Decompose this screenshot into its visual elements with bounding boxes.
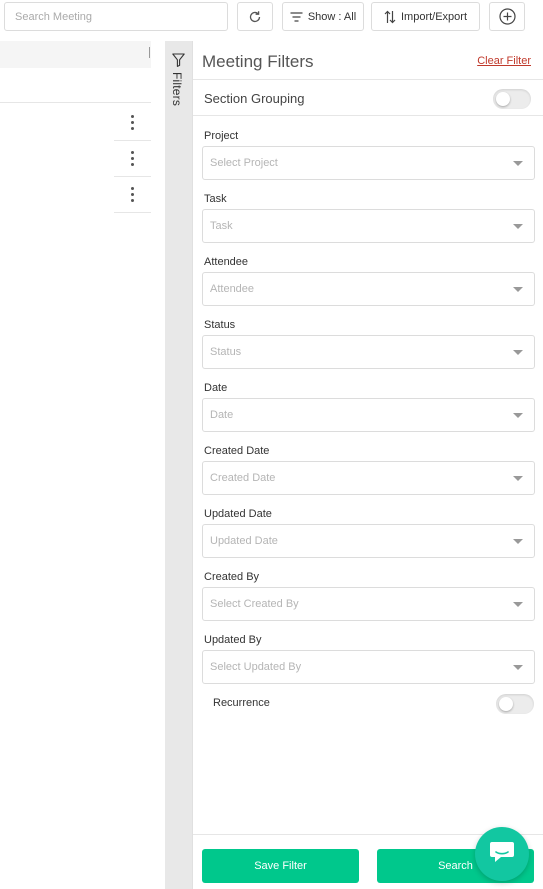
more-options-icon[interactable] bbox=[131, 151, 134, 166]
import-export-label: Import/Export bbox=[400, 10, 468, 23]
attendee-select[interactable]: Attendee bbox=[202, 272, 535, 306]
show-all-label: Show : All bbox=[307, 10, 357, 23]
caret-down-icon bbox=[513, 224, 523, 229]
created-date-label: Created Date bbox=[204, 445, 270, 457]
filters-tab[interactable]: Filters bbox=[165, 41, 192, 889]
save-filter-button[interactable]: Save Filter bbox=[202, 849, 359, 883]
clear-filter-link[interactable]: Clear Filter bbox=[477, 55, 531, 67]
attendee-label: Attendee bbox=[204, 256, 249, 268]
updated-date-placeholder: Updated Date bbox=[210, 535, 278, 547]
refresh-icon bbox=[248, 10, 262, 24]
project-placeholder: Select Project bbox=[210, 157, 278, 169]
updated-by-select[interactable]: Select Updated By bbox=[202, 650, 535, 684]
created-by-select[interactable]: Select Created By bbox=[202, 587, 535, 621]
chat-bubble-icon bbox=[488, 839, 516, 870]
date-select[interactable]: Date bbox=[202, 398, 535, 432]
list-row bbox=[114, 141, 151, 177]
date-placeholder: Date bbox=[210, 409, 234, 421]
updated-date-label: Updated Date bbox=[204, 508, 272, 520]
more-options-icon[interactable] bbox=[131, 187, 134, 202]
meeting-filters-panel: Meeting Filters Clear Filter Section Gro… bbox=[192, 41, 543, 889]
project-label: Project bbox=[204, 130, 239, 142]
panel-divider bbox=[193, 79, 543, 80]
status-select[interactable]: Status bbox=[202, 335, 535, 369]
attendee-placeholder: Attendee bbox=[210, 283, 255, 295]
task-placeholder: Task bbox=[210, 220, 233, 232]
created-date-select[interactable]: Created Date bbox=[202, 461, 535, 495]
status-label: Status bbox=[204, 319, 236, 331]
search-input[interactable] bbox=[4, 2, 228, 31]
caret-down-icon bbox=[513, 161, 523, 166]
created-by-placeholder: Select Created By bbox=[210, 598, 299, 610]
list-row bbox=[114, 177, 151, 213]
import-export-button[interactable]: Import/Export bbox=[371, 2, 480, 31]
panel-divider bbox=[193, 115, 543, 116]
project-select[interactable]: Select Project bbox=[202, 146, 535, 180]
section-grouping-toggle[interactable] bbox=[493, 89, 531, 109]
chat-launcher-button[interactable] bbox=[475, 827, 529, 881]
date-label: Date bbox=[204, 382, 228, 394]
filters-tab-label: Filters bbox=[170, 72, 184, 107]
show-all-button[interactable]: Show : All bbox=[282, 2, 364, 31]
caret-down-icon bbox=[513, 350, 523, 355]
caret-down-icon bbox=[513, 413, 523, 418]
created-date-placeholder: Created Date bbox=[210, 472, 276, 484]
created-by-label: Created By bbox=[204, 571, 260, 583]
updated-date-select[interactable]: Updated Date bbox=[202, 524, 535, 558]
caret-down-icon bbox=[513, 476, 523, 481]
list-divider bbox=[0, 102, 151, 103]
section-grouping-label: Section Grouping bbox=[204, 91, 305, 106]
task-label: Task bbox=[204, 193, 227, 205]
task-select[interactable]: Task bbox=[202, 209, 535, 243]
list-header bbox=[0, 41, 151, 68]
updated-by-label: Updated By bbox=[204, 634, 262, 646]
updated-by-placeholder: Select Updated By bbox=[210, 661, 302, 673]
recurrence-toggle[interactable] bbox=[496, 694, 534, 714]
list-row bbox=[114, 105, 151, 141]
column-resize-handle[interactable] bbox=[149, 47, 150, 58]
add-meeting-button[interactable] bbox=[489, 2, 525, 31]
funnel-icon bbox=[172, 53, 185, 72]
status-placeholder: Status bbox=[210, 346, 242, 358]
recurrence-label: Recurrence bbox=[213, 697, 270, 709]
caret-down-icon bbox=[513, 539, 523, 544]
caret-down-icon bbox=[513, 665, 523, 670]
caret-down-icon bbox=[513, 602, 523, 607]
refresh-button[interactable] bbox=[237, 2, 273, 31]
plus-circle-icon bbox=[498, 8, 516, 25]
more-options-icon[interactable] bbox=[131, 115, 134, 130]
sort-arrows-icon bbox=[384, 10, 396, 24]
panel-title: Meeting Filters bbox=[202, 52, 314, 71]
caret-down-icon bbox=[513, 287, 523, 292]
filter-lines-icon bbox=[290, 11, 303, 22]
